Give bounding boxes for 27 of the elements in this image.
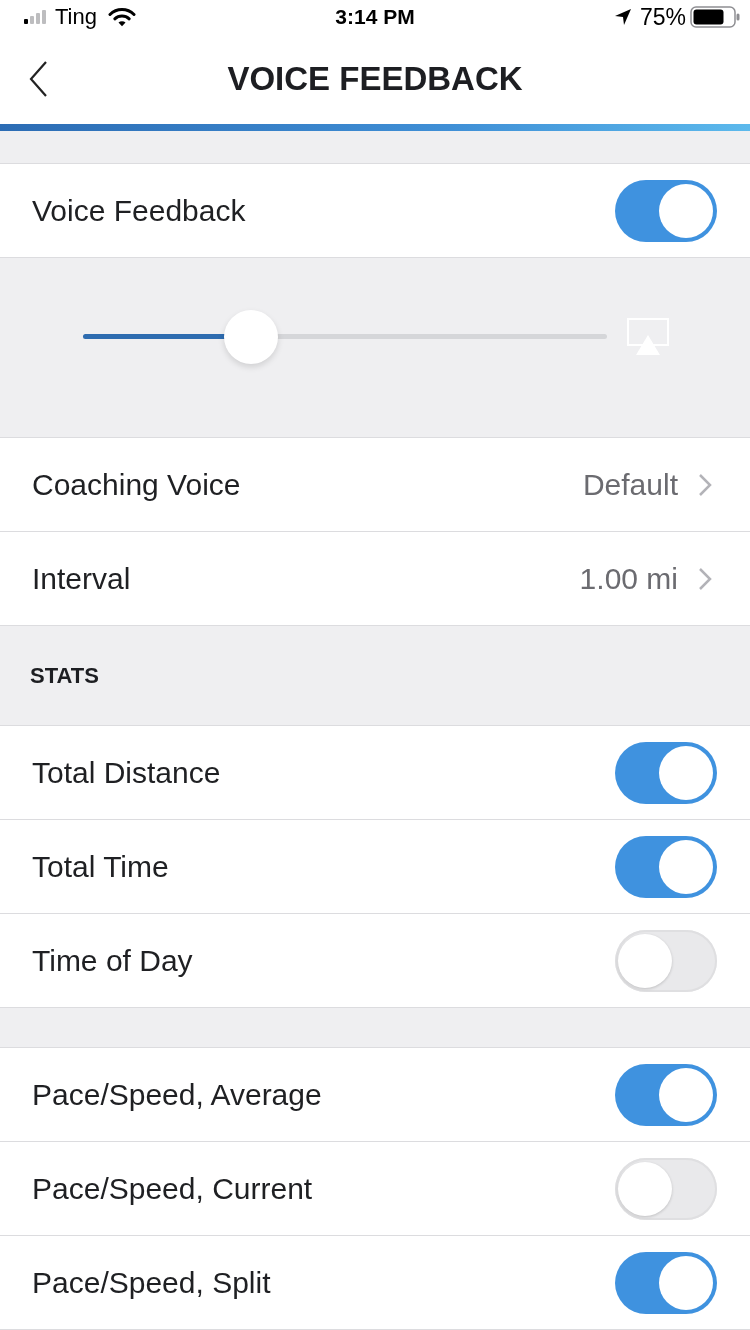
setting-label: Time of Day — [32, 943, 193, 978]
signal-icon — [24, 10, 46, 24]
setting-label: Total Time — [32, 849, 169, 884]
chevron-right-icon[interactable] — [698, 472, 712, 497]
battery-icon — [690, 6, 740, 28]
setting-label: Voice Feedback — [32, 193, 246, 228]
wifi-icon — [108, 7, 136, 27]
chevron-right-icon[interactable] — [698, 566, 712, 591]
setting-label: Pace/Speed, Current — [32, 1171, 313, 1206]
slider-track[interactable] — [83, 334, 607, 339]
chevron-left-icon — [29, 61, 48, 97]
setting-label: Coaching Voice — [32, 467, 241, 502]
location-arrow-icon — [614, 9, 631, 25]
screen-title: VOICE FEEDBACK — [227, 60, 523, 98]
volume-slider[interactable] — [83, 309, 607, 364]
setting-value: 1.00 mi — [579, 561, 678, 596]
setting-label: Pace/Speed, Split — [32, 1265, 271, 1300]
setting-value: Default — [582, 467, 678, 502]
setting-label: Total Distance — [32, 755, 221, 790]
section-title: STATS — [30, 662, 99, 689]
carrier-name: Ting — [55, 4, 97, 30]
back-button[interactable] — [29, 61, 48, 97]
battery-percent: 75% — [639, 3, 686, 31]
setting-label: Interval — [32, 561, 131, 596]
slider-thumb[interactable] — [223, 309, 278, 364]
setting-label: Pace/Speed, Average — [32, 1077, 322, 1112]
clock-time: 3:14 PM — [335, 5, 415, 29]
